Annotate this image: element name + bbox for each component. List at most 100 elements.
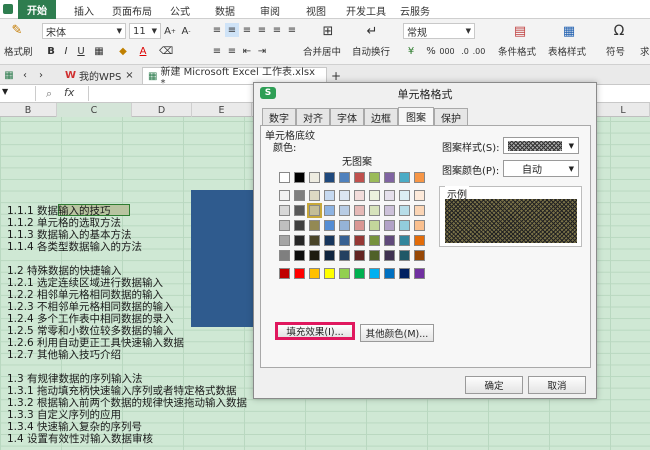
auto-wrap-label[interactable]: 自动换行	[352, 44, 390, 58]
color-swatch[interactable]	[384, 235, 395, 246]
table-style-icon[interactable]: ▦	[559, 22, 579, 40]
align-top-icon[interactable]: ≡	[210, 23, 224, 37]
chevron-left-icon[interactable]: ‹	[18, 68, 32, 82]
color-swatch[interactable]	[324, 190, 335, 201]
indent-increase-icon[interactable]: ⇥	[255, 44, 269, 58]
color-swatch[interactable]	[339, 235, 350, 246]
color-swatch[interactable]	[324, 172, 335, 183]
align-left-icon[interactable]: ≡	[255, 23, 269, 37]
color-swatch[interactable]	[307, 203, 322, 218]
color-swatch[interactable]	[384, 172, 395, 183]
home-grid-icon[interactable]: ▦	[2, 68, 16, 82]
color-swatch[interactable]	[294, 205, 305, 216]
color-swatch[interactable]	[354, 268, 365, 279]
color-swatch[interactable]	[294, 268, 305, 279]
cond-format-label[interactable]: 条件格式	[498, 44, 536, 58]
color-swatch[interactable]	[369, 205, 380, 216]
conditional-format-icon[interactable]: ▤	[510, 22, 530, 40]
color-swatch[interactable]	[339, 172, 350, 183]
omega-symbol-icon[interactable]: Ω	[610, 22, 628, 40]
tab-insert[interactable]: 插入	[74, 3, 94, 18]
fill-color-icon[interactable]: ◆	[116, 44, 130, 58]
merge-center-label[interactable]: 合并居中	[303, 44, 341, 58]
color-swatch[interactable]	[399, 220, 410, 231]
sheet-line[interactable]: 1.4 设置有效性对输入数据审核	[7, 431, 153, 446]
color-swatch[interactable]	[294, 235, 305, 246]
tab-alignment[interactable]: 对齐	[296, 108, 330, 125]
color-swatch[interactable]	[324, 268, 335, 279]
color-swatch[interactable]	[279, 205, 290, 216]
color-swatch[interactable]	[279, 172, 290, 183]
distribute-icon[interactable]: ≡	[225, 44, 239, 58]
currency-icon[interactable]: ¥	[404, 44, 418, 58]
color-swatch[interactable]	[324, 235, 335, 246]
shrink-font-icon[interactable]: A-	[179, 24, 193, 38]
number-format-select[interactable]: 常规 ▼	[403, 23, 475, 39]
align-center-icon[interactable]: ≡	[270, 23, 284, 37]
color-swatch[interactable]	[399, 190, 410, 201]
column-header-l[interactable]: L	[597, 103, 650, 117]
align-middle-icon[interactable]: ≡	[225, 23, 239, 37]
color-swatch[interactable]	[339, 250, 350, 261]
chevron-down-icon[interactable]: ▼	[2, 87, 8, 96]
color-swatch[interactable]	[339, 220, 350, 231]
cancel-button[interactable]: 取消	[528, 376, 586, 394]
tab-formulas[interactable]: 公式	[170, 3, 190, 18]
color-swatch[interactable]	[339, 268, 350, 279]
color-swatch[interactable]	[369, 250, 380, 261]
color-swatch[interactable]	[354, 250, 365, 261]
table-style-label[interactable]: 表格样式	[548, 44, 586, 58]
format-painter-label[interactable]: 格式刷	[4, 44, 33, 58]
increase-decimal-icon[interactable]: .0	[458, 44, 472, 58]
zoom-icon[interactable]: ⌕	[46, 87, 52, 101]
color-swatch[interactable]	[309, 250, 320, 261]
color-swatch[interactable]	[399, 235, 410, 246]
color-swatch[interactable]	[414, 220, 425, 231]
decrease-decimal-icon[interactable]: .00	[472, 44, 486, 58]
color-swatch[interactable]	[279, 250, 290, 261]
clear-format-icon[interactable]: ⌫	[159, 44, 173, 58]
color-swatch[interactable]	[384, 190, 395, 201]
color-swatch[interactable]	[354, 190, 365, 201]
underline-icon[interactable]: U	[74, 44, 88, 58]
app-menu-icon[interactable]	[3, 4, 13, 14]
sheet-line[interactable]: 1.1.4 各类型数据输入的方法	[7, 239, 142, 254]
color-swatch[interactable]	[339, 205, 350, 216]
tab-my-wps[interactable]: W 我的WPS ×	[60, 67, 140, 84]
pattern-color-select[interactable]: 自动 ▼	[503, 160, 579, 177]
tab-number[interactable]: 数字	[262, 108, 296, 125]
color-swatch[interactable]	[384, 205, 395, 216]
wrap-text-icon[interactable]: ↵	[362, 22, 382, 40]
align-right-icon[interactable]: ≡	[285, 23, 299, 37]
color-swatch[interactable]	[309, 235, 320, 246]
color-swatch[interactable]	[369, 235, 380, 246]
color-swatch[interactable]	[279, 268, 290, 279]
tab-data[interactable]: 数据	[215, 3, 235, 18]
tab-page-layout[interactable]: 页面布局	[112, 3, 152, 18]
tab-pattern[interactable]: 图案	[398, 107, 434, 125]
tab-home[interactable]: 开始	[18, 0, 56, 19]
grow-font-icon[interactable]: A +	[163, 24, 177, 38]
more-colors-button[interactable]: 其他颜色(M)...	[360, 324, 434, 342]
color-swatch[interactable]	[399, 205, 410, 216]
color-swatch[interactable]	[414, 268, 425, 279]
ok-button[interactable]: 确定	[465, 376, 523, 394]
column-header-d[interactable]: D	[132, 103, 192, 117]
color-swatch[interactable]	[414, 235, 425, 246]
italic-icon[interactable]: I	[59, 44, 73, 58]
tab-cloud[interactable]: 云服务	[400, 3, 430, 18]
merge-center-icon[interactable]: ⊞	[318, 22, 338, 40]
thousands-icon[interactable]: 000	[439, 44, 454, 58]
color-swatch[interactable]	[309, 172, 320, 183]
align-bottom-icon[interactable]: ≡	[240, 23, 254, 37]
chevron-right-icon[interactable]: ›	[34, 68, 48, 82]
color-swatch[interactable]	[279, 220, 290, 231]
color-swatch[interactable]	[369, 220, 380, 231]
color-swatch[interactable]	[384, 220, 395, 231]
no-pattern-option[interactable]: 无图案	[337, 153, 377, 168]
symbol-label[interactable]: 符号	[606, 44, 625, 58]
color-swatch[interactable]	[369, 268, 380, 279]
color-swatch[interactable]	[354, 235, 365, 246]
tab-font[interactable]: 字体	[330, 108, 364, 125]
color-swatch[interactable]	[354, 220, 365, 231]
